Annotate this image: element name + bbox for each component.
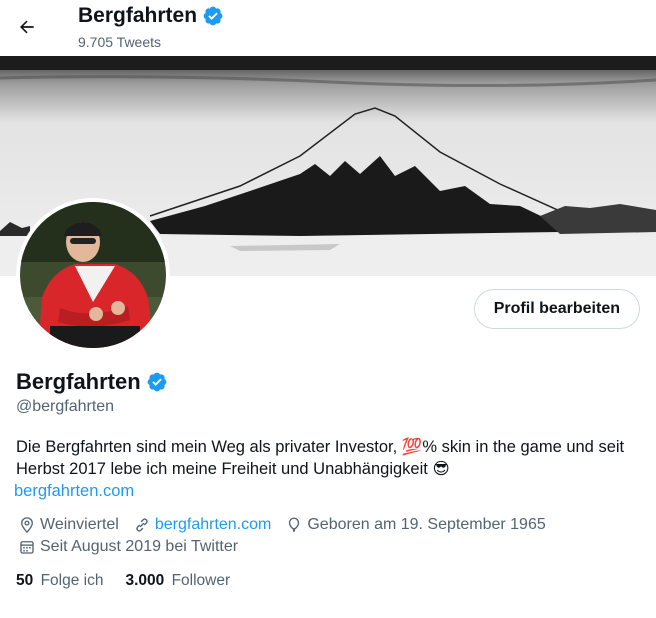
back-arrow-icon xyxy=(20,20,34,34)
bio-text-start: Die Bergfahrten sind mein Weg als privat… xyxy=(16,438,402,456)
header-display-name: Bergfahrten xyxy=(78,4,198,27)
tweet-count: 9.705 Tweets xyxy=(78,34,162,50)
bio-link[interactable]: bergfahrten.com xyxy=(14,482,134,501)
location-pin-icon xyxy=(21,517,33,534)
profile-bio: Die Bergfahrten sind mein Weg als privat… xyxy=(16,436,646,480)
joined-text: Seit August 2019 bei Twitter xyxy=(40,538,239,555)
profile-name: Bergfahrten xyxy=(16,369,168,395)
birthday-item: Geboren am 19. September 1965 xyxy=(285,516,546,534)
followers-label: Follower xyxy=(171,572,231,589)
top-bar: Bergfahrten 9.705 Tweets xyxy=(0,0,656,56)
header-title: Bergfahrten xyxy=(78,4,224,28)
joined-item: Seit August 2019 bei Twitter xyxy=(18,538,238,556)
location-item: Weinviertel xyxy=(18,516,119,534)
profile-handle: @bergfahrten xyxy=(16,398,115,415)
edit-profile-button[interactable]: Profil bearbeiten xyxy=(473,289,640,329)
profile-meta-row: Weinviertel bergfahrten.com Geboren am 1… xyxy=(18,516,560,534)
location-text: Weinviertel xyxy=(40,516,119,533)
followers-link[interactable]: 3.000 Follower xyxy=(125,572,230,590)
verified-badge-icon xyxy=(147,372,167,392)
follow-stats: 50 Folge ich 3.000 Follower xyxy=(16,572,230,590)
profile-display-name: Bergfahrten xyxy=(16,369,141,394)
following-count: 50 xyxy=(16,572,34,589)
website-item: bergfahrten.com xyxy=(133,516,272,534)
calendar-icon xyxy=(20,541,34,554)
following-link[interactable]: 50 Folge ich xyxy=(16,572,103,590)
followers-count: 3.000 xyxy=(125,572,165,589)
website-link[interactable]: bergfahrten.com xyxy=(155,516,272,534)
profile-meta-row: Seit August 2019 bei Twitter xyxy=(18,538,252,556)
back-button[interactable] xyxy=(10,10,44,44)
hundred-points-emoji: 💯 xyxy=(401,438,423,456)
avatar-image xyxy=(20,202,166,348)
profile-avatar[interactable] xyxy=(16,198,170,352)
verified-badge-icon xyxy=(203,6,223,26)
balloon-icon xyxy=(289,517,300,533)
following-label: Folge ich xyxy=(40,572,104,589)
sunglasses-emoji: 😎 xyxy=(432,460,450,478)
birthday-text: Geboren am 19. September 1965 xyxy=(307,516,546,533)
link-icon xyxy=(136,518,148,532)
